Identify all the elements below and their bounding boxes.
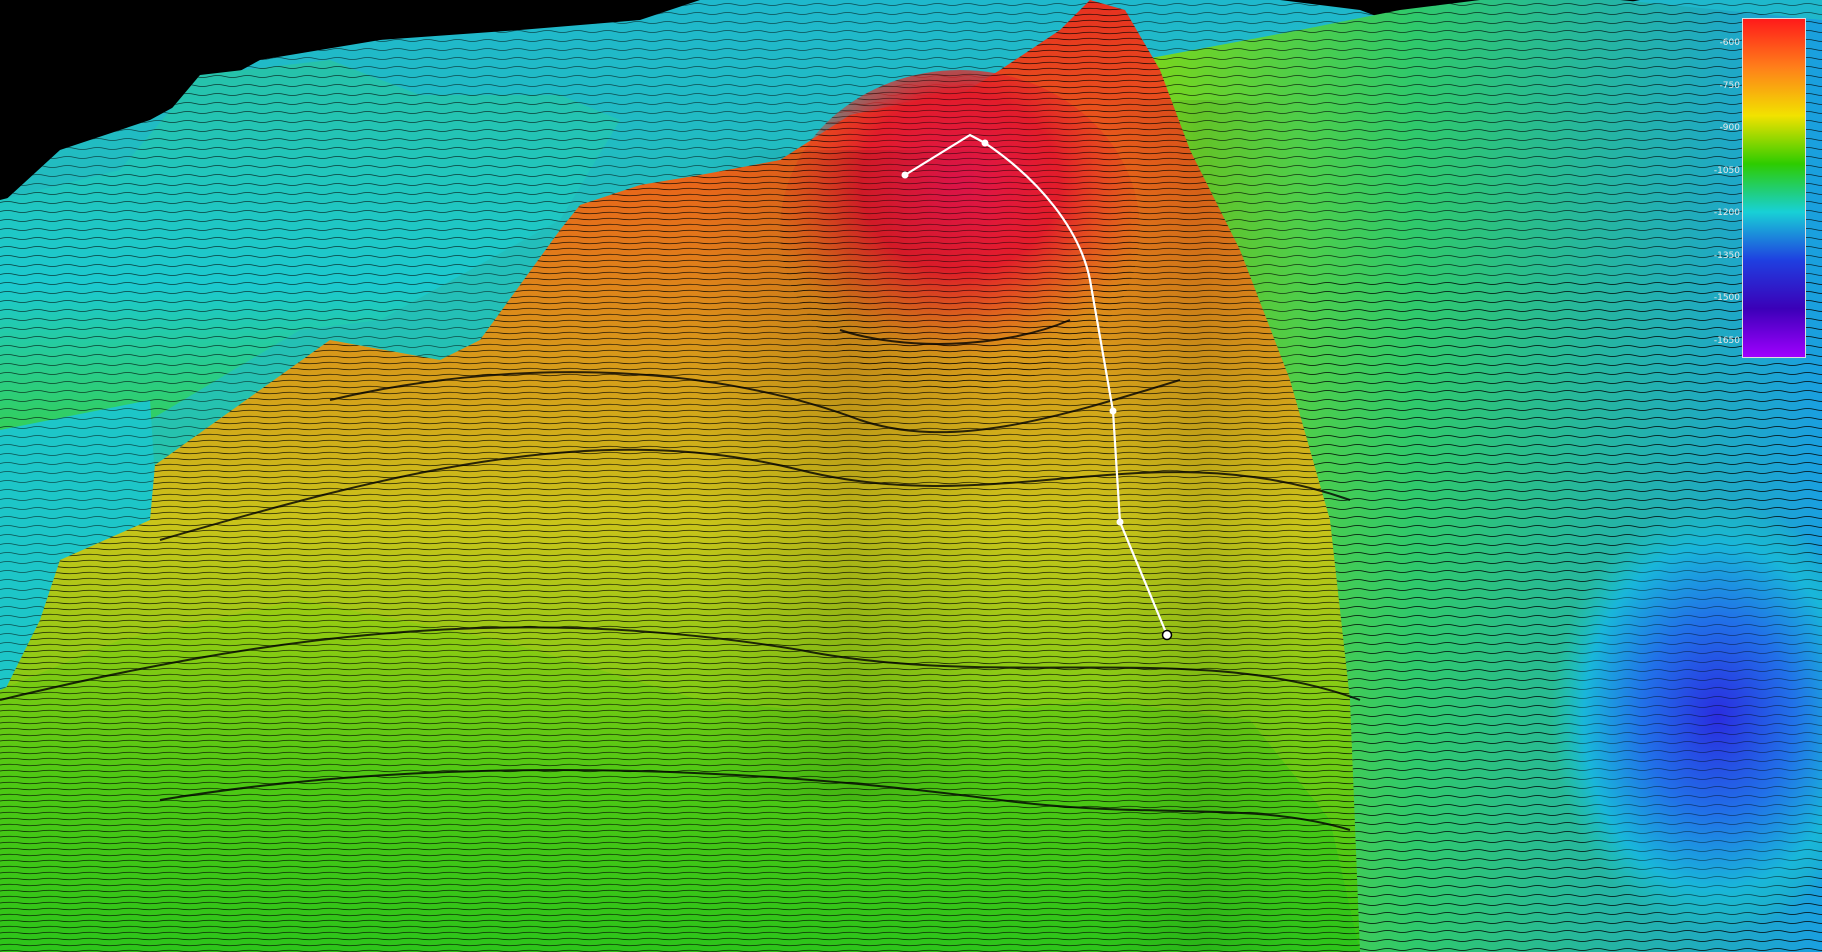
profile-end-point (1161, 629, 1173, 641)
legend-tick-label: -1050 (1713, 165, 1740, 176)
legend-tick-label: -1200 (1713, 208, 1740, 218)
profile-vertex (901, 171, 909, 179)
profile-vertex (981, 139, 989, 147)
legend-tick-label: -1650 (1713, 335, 1740, 346)
color-scale-bar (1742, 18, 1806, 358)
terrain-surface[interactable] (0, 0, 1822, 952)
map-viewport[interactable]: -600 -750 -900 -1050 -1200 -1350 -1500 -1650 (0, 0, 1822, 952)
profile-vertex (1109, 407, 1117, 415)
legend-tick-label: -1350 (1713, 250, 1740, 261)
legend-tick-label: -600 (1719, 38, 1740, 48)
profile-vertex (1116, 518, 1124, 526)
depth-legend: -600 -750 -900 -1050 -1200 -1350 -1500 -1650 (1700, 18, 1810, 358)
legend-tick-label: -1500 (1713, 293, 1740, 303)
legend-tick-label: -900 (1719, 123, 1740, 133)
legend-tick-label: -750 (1719, 80, 1740, 91)
